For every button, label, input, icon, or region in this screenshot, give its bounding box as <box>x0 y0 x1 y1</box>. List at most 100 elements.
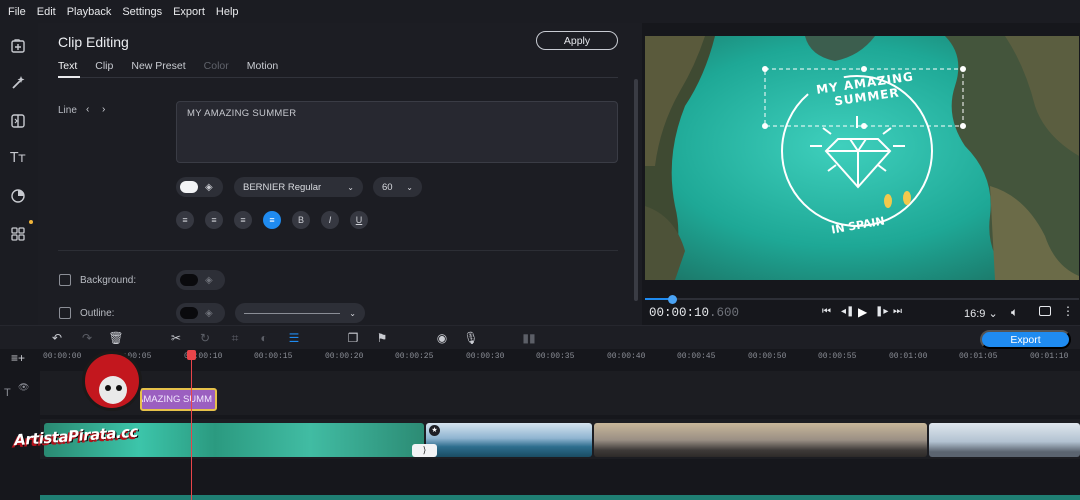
time-ruler[interactable]: 00:00:00 00:00:05 00:00:10 00:00:15 00:0… <box>40 349 1080 367</box>
menu-file[interactable]: File <box>8 6 26 18</box>
snapshot-icon[interactable] <box>1039 306 1051 316</box>
ruler-tick: 00:00:15 <box>254 352 293 361</box>
paint-bucket-icon: ◈ <box>205 274 213 286</box>
font-select-value: BERNIER Regular <box>243 181 322 193</box>
underline-button[interactable]: U <box>350 211 368 229</box>
text-color-swatch[interactable] <box>180 181 198 193</box>
ruler-tick: 00:00:40 <box>607 352 646 361</box>
align-left-button[interactable]: ≡ <box>176 211 194 229</box>
ruler-tick: 00:00:50 <box>748 352 787 361</box>
overlay-icon[interactable]: ❐ <box>346 331 360 345</box>
more-options-icon[interactable]: ⋮ <box>1062 304 1074 318</box>
panel-title: Clip Editing <box>58 34 129 50</box>
ruler-tick: 00:00:30 <box>466 352 505 361</box>
background-color-swatch[interactable] <box>180 274 198 286</box>
clip-properties-icon[interactable]: ☰ <box>287 331 301 345</box>
volume-icon[interactable]: 🔈︎ <box>1011 305 1018 320</box>
step-forward-icon[interactable]: ❚▸ <box>875 306 888 317</box>
left-toolbar: Tт <box>0 23 38 325</box>
tab-new-preset[interactable]: New Preset <box>131 60 185 74</box>
panel-scrollbar[interactable] <box>634 79 638 301</box>
line-label: Line <box>58 105 77 116</box>
audio-levels-icon: ▮▮ <box>522 331 536 345</box>
titles-icon[interactable]: Tт <box>7 147 29 169</box>
tab-clip[interactable]: Clip <box>95 60 113 74</box>
outline-width-select[interactable]: ⌄ <box>235 303 365 323</box>
delete-icon[interactable]: 🗑︎ <box>108 331 123 345</box>
timecode: 00:00:10.600 <box>649 306 739 320</box>
aspect-ratio-select[interactable]: 16:9 ⌄ <box>964 307 998 320</box>
tab-divider <box>58 77 618 78</box>
video-preview[interactable]: MY AMAZING SUMMER IN SPAIN <box>645 36 1079 280</box>
ruler-tick: 00:00:00 <box>43 352 82 361</box>
font-size-select[interactable]: 60 ⌄ <box>373 177 422 197</box>
play-icon[interactable]: ▶ <box>858 305 867 319</box>
skip-forward-icon[interactable]: ⏭ <box>893 306 902 317</box>
more-tools-icon[interactable] <box>7 223 29 245</box>
justify-button[interactable]: ≡ <box>234 211 252 229</box>
clip-editing-panel: Clip Editing Apply Text Clip New Preset … <box>38 23 642 325</box>
panel-tabs: Text Clip New Preset Color Motion <box>58 60 296 74</box>
text-input[interactable]: MY AMAZING SUMMER <box>176 101 618 163</box>
prev-line-icon[interactable]: ‹ <box>86 104 89 115</box>
tab-active-indicator <box>58 76 80 78</box>
background-color-control[interactable]: ◈ <box>176 270 225 290</box>
progress-track[interactable] <box>645 298 1079 300</box>
skip-back-icon[interactable]: ⏮ <box>822 306 831 317</box>
menu-settings[interactable]: Settings <box>122 6 162 18</box>
ruler-tick: 00:00:45 <box>677 352 716 361</box>
tab-color: Color <box>203 60 229 72</box>
title-clip[interactable]: MY AMAZING SUMM <box>140 388 217 411</box>
outline-checkbox[interactable] <box>59 307 71 319</box>
menu-playback[interactable]: Playback <box>67 6 112 18</box>
transitions-icon[interactable] <box>7 110 29 132</box>
menu-bar: File Edit Playback Settings Export Help <box>0 0 1080 23</box>
menu-export[interactable]: Export <box>173 6 205 18</box>
format-buttons: ≡ ≡ ≡ ≡ B I U <box>176 211 368 229</box>
tab-motion[interactable]: Motion <box>247 60 279 74</box>
ruler-tick: 00:00:25 <box>395 352 434 361</box>
background-checkbox[interactable] <box>59 274 71 286</box>
outline-color-swatch[interactable] <box>180 307 198 319</box>
undo-icon[interactable]: ↶ <box>50 331 64 345</box>
stickers-icon[interactable] <box>7 185 29 207</box>
video-clip[interactable] <box>929 423 1080 457</box>
redo-icon: ↷ <box>81 331 93 345</box>
playhead[interactable] <box>191 352 192 500</box>
align-right-button[interactable]: ≡ <box>205 211 223 229</box>
step-back-icon[interactable]: ◂❚ <box>841 306 854 317</box>
export-button[interactable]: Export <box>980 330 1071 349</box>
add-track-icon[interactable]: ≡+ <box>11 351 25 365</box>
font-select[interactable]: BERNIER Regular ⌄ <box>234 177 363 197</box>
italic-button[interactable]: I <box>321 211 339 229</box>
menu-edit[interactable]: Edit <box>37 6 56 18</box>
title-clip-label: MY AMAZING SUMM <box>140 394 212 405</box>
tab-text[interactable]: Text <box>58 60 77 74</box>
chevron-down-icon: ⌄ <box>349 308 356 318</box>
align-center-button[interactable]: ≡ <box>263 211 281 229</box>
title-track-icon: T <box>4 387 11 399</box>
apply-button[interactable]: Apply <box>536 31 618 50</box>
split-icon[interactable]: ✂ <box>169 331 183 345</box>
video-clip[interactable] <box>426 423 592 457</box>
next-line-icon[interactable]: › <box>102 104 105 115</box>
magic-wand-icon[interactable] <box>7 72 29 94</box>
video-clip[interactable] <box>594 423 927 457</box>
aspect-ratio-value: 16:9 <box>964 308 986 320</box>
chevron-down-icon: ⌄ <box>347 182 354 192</box>
microphone-icon[interactable]: 🎙︎ <box>463 331 478 345</box>
outline-color-control[interactable]: ◈ <box>176 303 225 323</box>
import-icon[interactable] <box>7 35 29 57</box>
playhead-handle[interactable] <box>187 350 196 360</box>
color-adjust-icon: ◐ <box>260 331 268 345</box>
progress-knob[interactable] <box>668 295 677 304</box>
ruler-tick: 00:00:35 <box>536 352 575 361</box>
marker-icon[interactable]: ⚑ <box>375 331 389 345</box>
bold-button[interactable]: B <box>292 211 310 229</box>
transition-icon[interactable]: ⟩ <box>412 444 437 457</box>
location-icon[interactable]: ◉ <box>435 331 449 345</box>
menu-help[interactable]: Help <box>216 6 239 18</box>
text-color-control[interactable]: ◈ <box>176 177 223 197</box>
eye-icon[interactable]: 👁︎ <box>18 382 29 393</box>
audio-track[interactable] <box>40 495 1080 500</box>
